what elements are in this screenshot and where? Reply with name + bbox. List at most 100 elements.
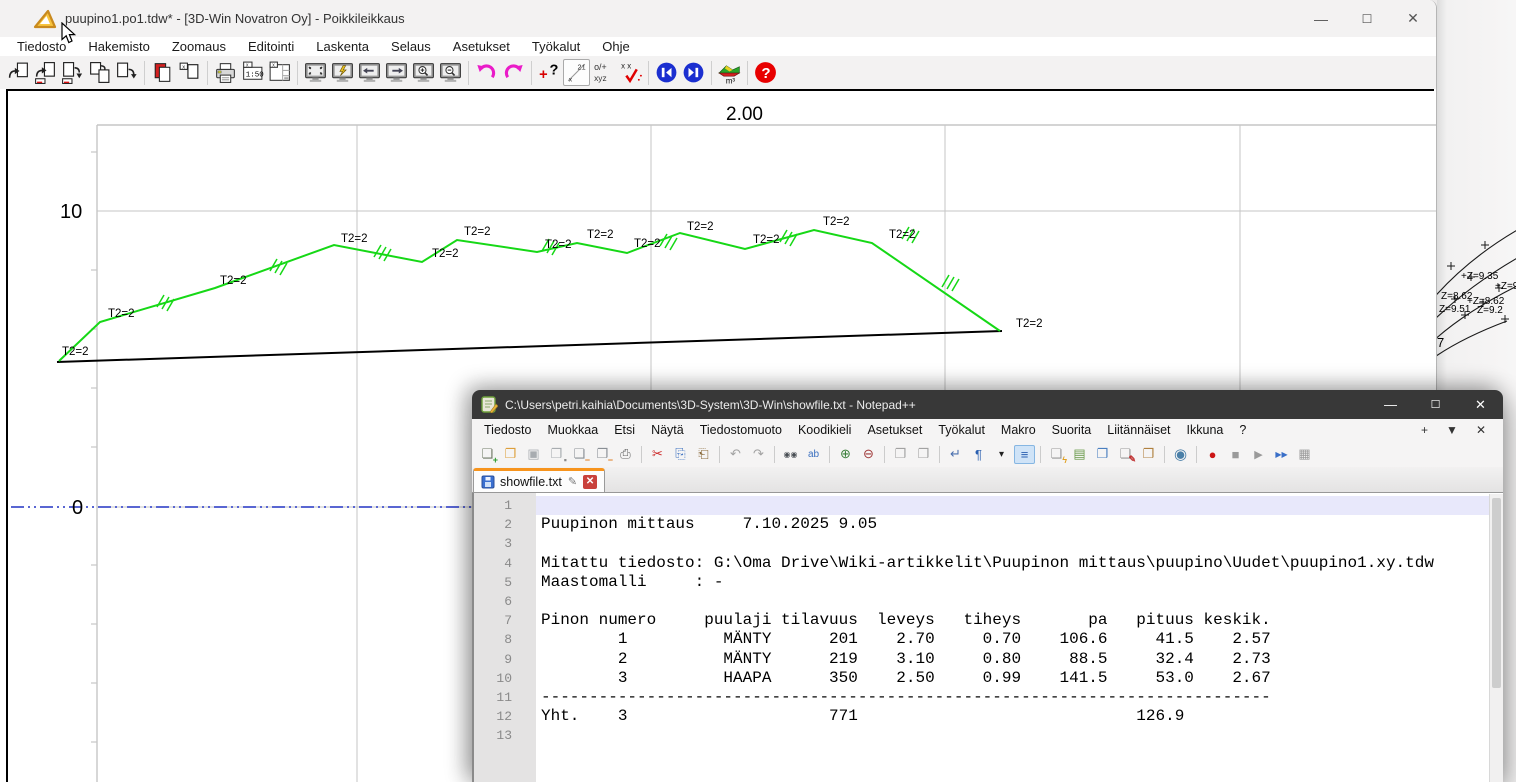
zoom-out-button[interactable]	[437, 59, 464, 86]
dropdown-button[interactable]: ▾	[991, 445, 1012, 464]
function-list-button[interactable]: ❏ϟ	[1046, 445, 1067, 464]
editor-scrollbar[interactable]	[1489, 494, 1503, 782]
close-doc-button[interactable]: ✕	[1467, 423, 1495, 437]
save-all-button[interactable]: ❐▪	[546, 445, 567, 464]
np-menu-suorita[interactable]: Suorita	[1044, 423, 1100, 437]
point-numbers-button[interactable]: 21x	[563, 59, 590, 86]
undo-button[interactable]	[473, 59, 500, 86]
menu-asetukset[interactable]: Asetukset	[442, 39, 521, 54]
macro-playback-button[interactable]: ▶▶	[1271, 445, 1292, 464]
zoom-in-button[interactable]	[410, 59, 437, 86]
np-menu-liit-nn-iset[interactable]: Liitännäiset	[1099, 423, 1178, 437]
view-eye-button[interactable]: ◉	[1170, 445, 1191, 464]
svg-text:T2=2: T2=2	[634, 238, 661, 250]
copy-document-button[interactable]	[149, 59, 176, 86]
tab-list-button[interactable]: ▼	[1437, 423, 1467, 437]
np-menu-n-yt-[interactable]: Näytä	[643, 423, 692, 437]
file-write-button[interactable]	[32, 59, 59, 86]
macro-play-button[interactable]: ▶	[1248, 445, 1269, 464]
sync-scroll-h-button[interactable]: ❐	[913, 445, 934, 464]
menu-laskenta[interactable]: Laskenta	[305, 39, 380, 54]
replace-button[interactable]: ab	[803, 445, 824, 464]
view-next-button[interactable]	[383, 59, 410, 86]
3dwin-titlebar: puupino1.po1.tdw* - [3D-Win Novatron Oy]…	[0, 0, 1436, 37]
sync-scroll-v-button[interactable]: ❐	[890, 445, 911, 464]
np-menu-ikkuna[interactable]: Ikkuna	[1179, 423, 1232, 437]
pan-dynamic-button[interactable]	[329, 59, 356, 86]
section-prev-button[interactable]	[653, 59, 680, 86]
np-minimize-button[interactable]: —	[1368, 390, 1413, 419]
word-wrap-button[interactable]: ↵	[945, 445, 966, 464]
text-editor[interactable]: 12345678910111213 Puupinon mittaus 7.10.…	[472, 493, 1503, 782]
coordinates-xyz-button[interactable]: o/+xyz	[590, 59, 617, 86]
redo-button[interactable]	[500, 59, 527, 86]
np-menu-tiedosto[interactable]: Tiedosto	[476, 423, 539, 437]
menu-ty-kalut[interactable]: Työkalut	[521, 39, 591, 54]
code-area[interactable]: Puupinon mittaus 7.10.2025 9.05Mitattu t…	[536, 493, 1503, 782]
help-button[interactable]: ?	[752, 59, 779, 86]
document-switcher-button[interactable]: ❐	[1092, 445, 1113, 464]
volumes-m3-button[interactable]: m³	[716, 59, 743, 86]
menu-ohje[interactable]: Ohje	[591, 39, 640, 54]
minimize-button[interactable]: —	[1298, 0, 1344, 37]
menu-hakemisto[interactable]: Hakemisto	[77, 39, 160, 54]
zoom-extents-button[interactable]	[302, 59, 329, 86]
np-menu-right-controls: +▼✕	[1412, 423, 1503, 437]
pin-tab-icon[interactable]: ✎	[568, 475, 577, 488]
np-menu-asetukset[interactable]: Asetukset	[859, 423, 930, 437]
macro-save-button[interactable]: ▦	[1294, 445, 1315, 464]
scale-1-50-button[interactable]: 1:50x	[239, 59, 266, 86]
line-numbers-button[interactable]: ≡	[1014, 445, 1035, 464]
menu-editointi[interactable]: Editointi	[237, 39, 305, 54]
section-next-button[interactable]	[680, 59, 707, 86]
point-query-button[interactable]: +?	[536, 59, 563, 86]
scrollbar-thumb[interactable]	[1492, 498, 1501, 688]
np-menu-makro[interactable]: Makro	[993, 423, 1044, 437]
menu-zoomaus[interactable]: Zoomaus	[161, 39, 237, 54]
np-menu-tiedostomuoto[interactable]: Tiedostomuoto	[692, 423, 790, 437]
macro-record-button[interactable]: ●	[1202, 445, 1223, 464]
maximize-button[interactable]: ☐	[1344, 0, 1390, 37]
page-setup-button[interactable]: x	[266, 59, 293, 86]
zoom-in-button[interactable]: ⊕	[835, 445, 856, 464]
document-map-button[interactable]: ▤	[1069, 445, 1090, 464]
np-menu-ty-kalut[interactable]: Työkalut	[930, 423, 993, 437]
close-file-button[interactable]: ❏−	[569, 445, 590, 464]
copy-button[interactable]: ⎘	[670, 445, 691, 464]
edit-marker-button[interactable]: ❏✎	[1115, 445, 1136, 464]
find-button[interactable]: ◉◉	[780, 445, 801, 464]
menu-selaus[interactable]: Selaus	[380, 39, 442, 54]
file-read-button[interactable]	[5, 59, 32, 86]
np-menu-q[interactable]: ?	[1231, 423, 1254, 437]
check-points-button[interactable]: x x	[617, 59, 644, 86]
close-all-button[interactable]: ❐−	[592, 445, 613, 464]
print-button[interactable]: ⎙	[615, 445, 636, 464]
macro-stop-button[interactable]: ■	[1225, 445, 1246, 464]
redo-button[interactable]: ↷	[748, 445, 769, 464]
folder-workspace-button[interactable]: ❐	[1138, 445, 1159, 464]
np-menu-koodikieli[interactable]: Koodikieli	[790, 423, 860, 437]
np-close-button[interactable]: ✕	[1458, 390, 1503, 419]
np-maximize-button[interactable]: ☐	[1413, 390, 1458, 419]
open-file-button[interactable]: ❐	[500, 445, 521, 464]
zoom-out-button[interactable]: ⊖	[858, 445, 879, 464]
save-file-button[interactable]: ▣	[523, 445, 544, 464]
np-menu-etsi[interactable]: Etsi	[606, 423, 643, 437]
line-number: 6	[474, 592, 536, 611]
np-menu-muokkaa[interactable]: Muokkaa	[539, 423, 606, 437]
print-button[interactable]	[212, 59, 239, 86]
file-transfer-button[interactable]	[113, 59, 140, 86]
file-import-button[interactable]	[59, 59, 86, 86]
paste-button[interactable]: ⎗	[693, 445, 714, 464]
cut-button[interactable]: ✂	[647, 445, 668, 464]
show-all-chars-button[interactable]: ¶	[968, 445, 989, 464]
new-file-button[interactable]: ❏+	[477, 445, 498, 464]
new-tab-button[interactable]: +	[1412, 423, 1437, 437]
close-tab-icon[interactable]: ✕	[583, 475, 597, 489]
file-export-button[interactable]	[86, 59, 113, 86]
view-prev-button[interactable]	[356, 59, 383, 86]
close-button[interactable]: ✕	[1390, 0, 1436, 37]
undo-button[interactable]: ↶	[725, 445, 746, 464]
tab-showfile[interactable]: showfile.txt ✎ ✕	[473, 468, 605, 492]
close-document-button[interactable]: x	[176, 59, 203, 86]
